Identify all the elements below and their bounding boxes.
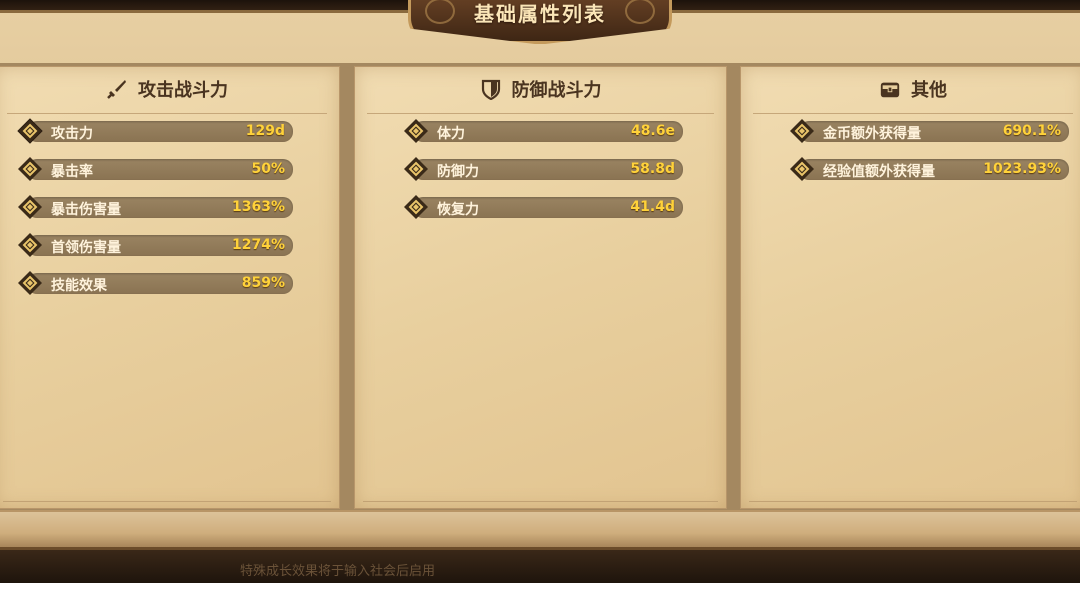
stat-row-defense: 防御力 58.8d — [401, 157, 683, 181]
other-panel-header: 其他 — [741, 75, 1080, 114]
header-divider — [753, 113, 1073, 114]
diamond-gem-icon — [15, 192, 45, 222]
stat-name: 恢复力 — [437, 202, 479, 218]
stat-row-attack-power: 攻击力 129d — [15, 116, 293, 146]
attack-panel-title: 攻击战斗力 — [138, 80, 228, 101]
stat-row-exp-bonus: 经验值额外获得量 1023.93% — [787, 157, 1069, 181]
stat-value: 58.8d — [630, 161, 675, 177]
stat-row-boss-damage: 首领伤害量 1274% — [15, 233, 293, 257]
blank-area — [0, 583, 1080, 606]
diamond-gem-icon — [787, 154, 817, 184]
diamond-gem-icon — [15, 268, 45, 298]
chest-icon — [879, 78, 901, 100]
shield-icon — [480, 78, 502, 100]
footer-hint-text: 特殊成长效果将于输入社会后启用 — [240, 564, 436, 579]
attack-panel-header: 攻击战斗力 — [0, 75, 339, 114]
defense-panel-title: 防御战斗力 — [511, 80, 602, 101]
stat-name: 暴击率 — [51, 164, 93, 180]
stat-name: 防御力 — [437, 164, 479, 180]
stat-value: 1023.93% — [983, 161, 1061, 177]
stat-row-crit-rate: 暴击率 50% — [15, 157, 293, 181]
stat-name: 经验值额外获得量 — [823, 164, 935, 180]
stat-value: 48.6e — [630, 123, 675, 139]
stat-row-recovery: 恢复力 41.4d — [401, 195, 683, 219]
stat-value: 50% — [251, 161, 285, 177]
sword-icon — [106, 78, 128, 100]
other-panel: 其他 金币额外获得量 690.1% 经验值额外获得量 1023.93% — [740, 66, 1080, 509]
stat-name: 首领伤害量 — [51, 240, 121, 256]
header-divider — [7, 113, 327, 114]
stat-value: 859% — [241, 275, 285, 291]
stat-row-skill-effect: 技能效果 859% — [15, 271, 293, 295]
diamond-gem-icon — [401, 192, 431, 222]
stat-value: 41.4d — [630, 199, 675, 215]
other-panel-title: 其他 — [911, 80, 947, 101]
stat-name: 体力 — [437, 126, 465, 142]
stat-name: 金币额外获得量 — [823, 126, 921, 142]
stat-value: 1274% — [232, 237, 285, 253]
attack-panel: 攻击战斗力 攻击力 129d 暴击率 50% 暴击伤害量 1363% 首领伤害量… — [0, 66, 340, 509]
ornament-icon — [625, 0, 655, 24]
diamond-gem-icon — [401, 154, 431, 184]
stat-value: 1363% — [232, 199, 285, 215]
diamond-gem-icon — [787, 116, 817, 146]
diamond-gem-icon — [401, 116, 431, 146]
stat-name: 技能效果 — [51, 278, 107, 294]
diamond-gem-icon — [15, 116, 45, 146]
stat-row-stamina: 体力 48.6e — [401, 119, 683, 143]
stat-row-gold-bonus: 金币额外获得量 690.1% — [787, 119, 1069, 143]
ornament-icon — [425, 0, 455, 24]
header-divider — [367, 113, 714, 114]
stat-row-crit-damage: 暴击伤害量 1363% — [15, 195, 293, 219]
stat-value: 690.1% — [1002, 123, 1061, 139]
diamond-gem-icon — [15, 230, 45, 260]
bottom-frame-band — [0, 510, 1080, 550]
diamond-gem-icon — [15, 154, 45, 184]
stat-name: 暴击伤害量 — [51, 202, 121, 218]
page-title: 基础属性列表 — [474, 2, 606, 26]
defense-panel: 防御战斗力 体力 48.6e 防御力 58.8d 恢复力 41.4d — [354, 66, 727, 509]
defense-panel-header: 防御战斗力 — [355, 75, 726, 114]
stat-name: 攻击力 — [51, 126, 93, 142]
bottom-dark-strip — [0, 550, 1080, 583]
stat-value: 129d — [245, 123, 285, 139]
